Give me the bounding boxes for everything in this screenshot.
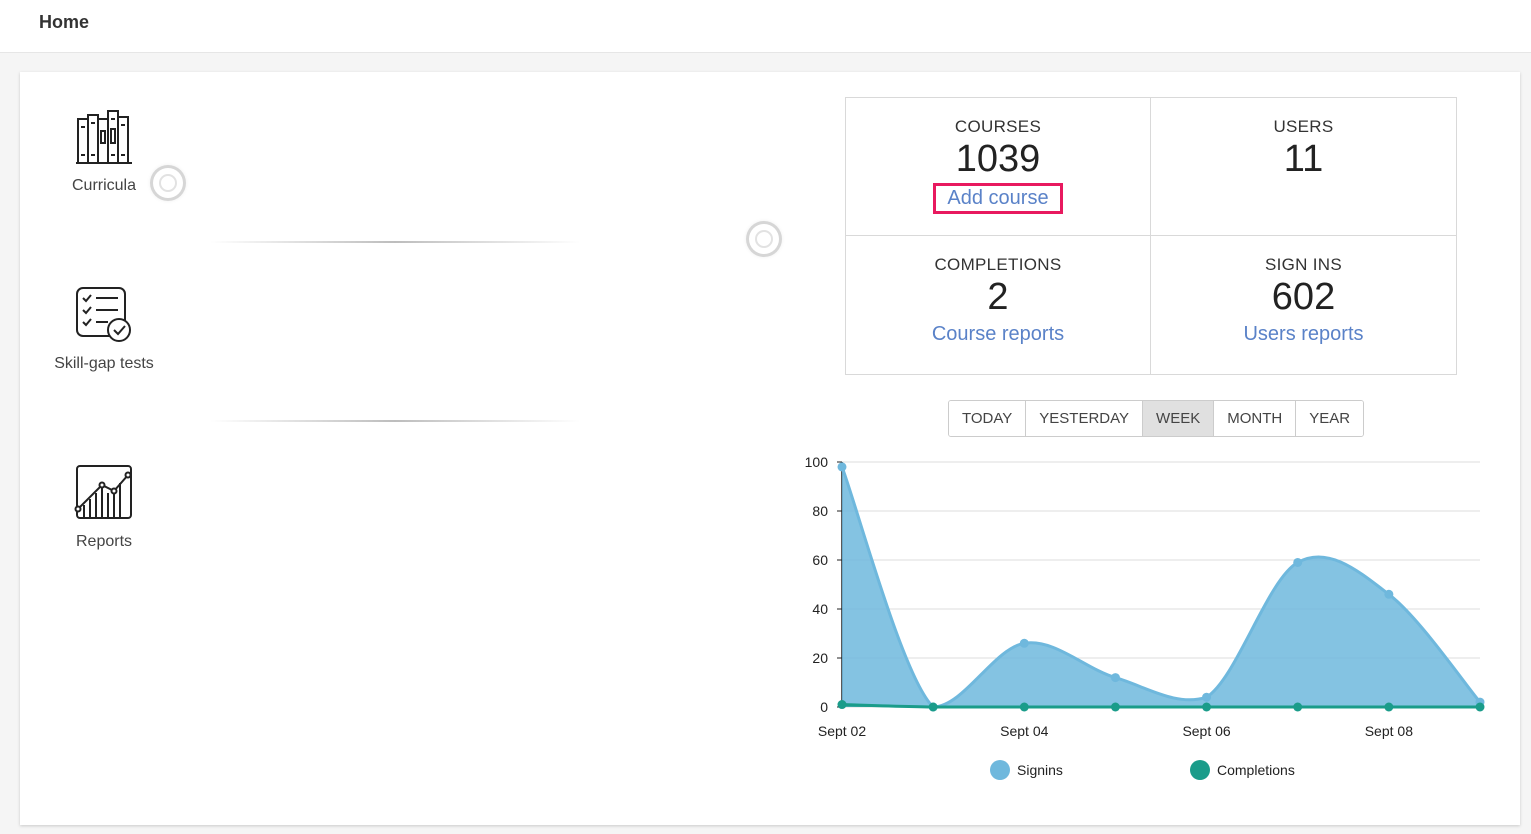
period-year[interactable]: YEAR bbox=[1296, 401, 1364, 436]
data-point-completions bbox=[928, 702, 938, 712]
series-area-signins bbox=[842, 466, 1480, 707]
data-point-completions bbox=[1110, 702, 1120, 712]
tour-hotspot[interactable] bbox=[153, 168, 183, 198]
data-point-completions bbox=[1384, 702, 1394, 712]
data-point-signins bbox=[1019, 638, 1029, 648]
data-point-completions bbox=[837, 700, 847, 710]
stat-label: SIGN INS bbox=[1264, 255, 1343, 274]
period-today[interactable]: TODAY bbox=[949, 401, 1027, 436]
tour-hotspot[interactable] bbox=[749, 224, 779, 254]
activity-chart: 0 20 40 60 80 100 Sept 02 Sept 04 Sept 06 Sept 08… bbox=[805, 454, 1485, 780]
stat-courses: COURSES 1039 Add course bbox=[846, 98, 1151, 236]
stat-value: 11 bbox=[1283, 138, 1324, 180]
data-point-completions bbox=[1475, 702, 1485, 712]
tile-label-reports: Reports bbox=[75, 533, 133, 550]
data-point-signins bbox=[1384, 589, 1394, 599]
y-tick-label: 60 bbox=[812, 552, 828, 568]
x-tick-label: Sept 08 bbox=[1365, 723, 1413, 739]
stat-signins: SIGN INS 602 Users reports bbox=[1151, 236, 1456, 374]
stat-completions: COMPLETIONS 2 Course reports bbox=[846, 236, 1151, 374]
books-icon bbox=[76, 110, 132, 164]
dashboard-card: Curricula Skill-gap tests Reports COURSE… bbox=[20, 72, 1520, 825]
stat-value: 2 bbox=[987, 276, 1009, 318]
stat-users: USERS 11 bbox=[1151, 98, 1456, 236]
tile-reports[interactable]: Reports bbox=[24, 463, 184, 551]
page-title: Home bbox=[39, 12, 90, 32]
y-tick-label: 20 bbox=[812, 650, 828, 666]
data-point-signins bbox=[1202, 692, 1212, 702]
stats-grid: COURSES 1039 Add course USERS 11 COMPLET… bbox=[845, 97, 1457, 375]
y-tick-label: 80 bbox=[812, 503, 828, 519]
legend-swatch-completions bbox=[1190, 760, 1210, 780]
tile-skill-gap-tests[interactable]: Skill-gap tests bbox=[24, 285, 184, 373]
legend-label-signins: Signins bbox=[1017, 762, 1063, 778]
data-point-signins bbox=[1293, 557, 1303, 567]
data-point-signins bbox=[837, 462, 847, 472]
legend-label-completions: Completions bbox=[1217, 762, 1295, 778]
tile-label-skill-gap-tests: Skill-gap tests bbox=[54, 355, 154, 372]
data-point-signins bbox=[1110, 673, 1120, 683]
stat-value: 1039 bbox=[955, 138, 1041, 180]
data-point-completions bbox=[1293, 702, 1303, 712]
period-week[interactable]: WEEK bbox=[1143, 401, 1215, 436]
top-bar: Home bbox=[0, 0, 1531, 53]
tile-divider bbox=[210, 420, 580, 422]
checklist-icon bbox=[76, 287, 131, 342]
stat-label: USERS bbox=[1273, 117, 1334, 136]
add-course-link[interactable]: Add course bbox=[933, 183, 1063, 214]
y-tick-label: 100 bbox=[805, 454, 829, 470]
x-tick-label: Sept 02 bbox=[818, 723, 866, 739]
data-point-completions bbox=[1202, 702, 1212, 712]
x-tick-label: Sept 06 bbox=[1182, 723, 1230, 739]
legend-swatch-signins bbox=[990, 760, 1010, 780]
course-reports-link[interactable]: Course reports bbox=[920, 321, 1076, 348]
tile-divider bbox=[210, 241, 580, 243]
period-month[interactable]: MONTH bbox=[1214, 401, 1297, 436]
x-tick-label: Sept 04 bbox=[1000, 723, 1048, 739]
y-tick-label: 0 bbox=[820, 699, 828, 715]
stat-value: 602 bbox=[1271, 276, 1336, 318]
line-chart-icon bbox=[74, 465, 132, 519]
stat-label: COMPLETIONS bbox=[934, 255, 1062, 274]
period-yesterday[interactable]: YESTERDAY bbox=[1026, 401, 1144, 436]
y-tick-label: 40 bbox=[812, 601, 828, 617]
data-point-completions bbox=[1019, 702, 1029, 712]
period-selector: TODAY YESTERDAY WEEK MONTH YEAR bbox=[948, 400, 1365, 437]
users-reports-link[interactable]: Users reports bbox=[1231, 321, 1375, 348]
stat-label: COURSES bbox=[954, 117, 1042, 136]
